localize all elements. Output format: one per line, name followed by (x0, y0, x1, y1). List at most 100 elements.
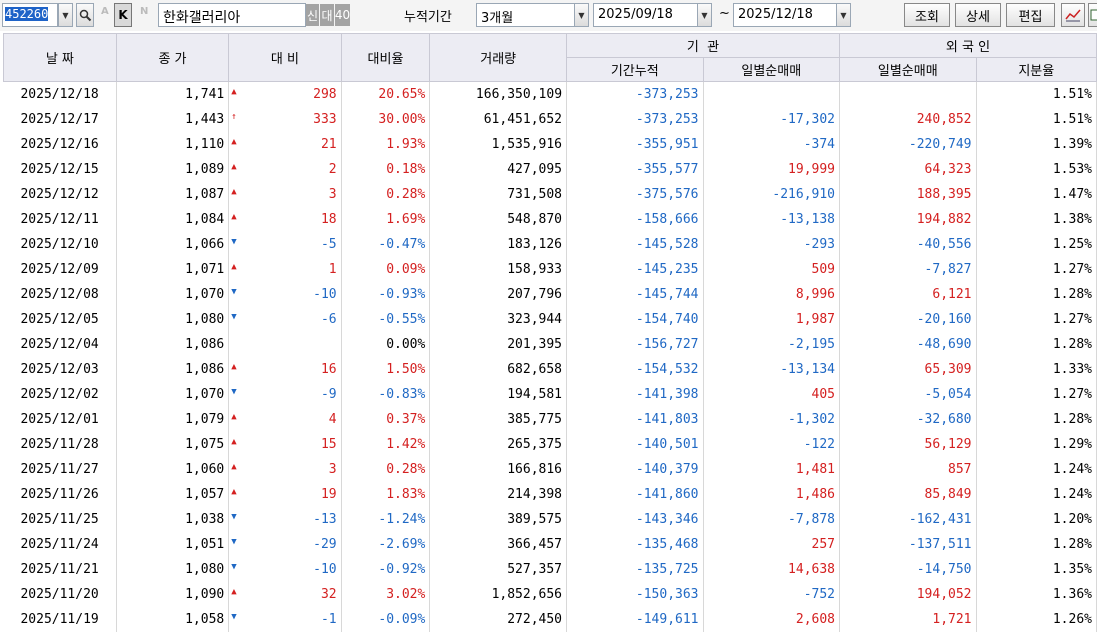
cell-rate: 0.28% (341, 457, 431, 482)
cell-date: 2025/11/28 (3, 432, 117, 457)
cell-foreign-share: 1.39% (976, 132, 1097, 157)
cell-change-value: -1 (320, 612, 337, 627)
table-row[interactable]: 2025/12/01 1,079 ▲ 4 0.37% 385,775 -141,803 -1,… (3, 407, 1097, 432)
edit-button[interactable]: 편집 (1006, 3, 1055, 27)
cell-change-value: 32 (320, 587, 337, 602)
header-volume[interactable]: 거래량 (429, 33, 568, 82)
detail-button[interactable]: 상세 (955, 3, 1001, 27)
cell-volume: 214,398 (429, 482, 568, 507)
cell-inst-cumulative: -140,379 (566, 457, 704, 482)
cell-close: 1,090 (116, 582, 230, 607)
start-date-dropdown-icon[interactable]: ▼ (697, 3, 712, 27)
header-foreign-share[interactable]: 지분율 (975, 57, 1097, 82)
cell-change-value: 2 (328, 162, 337, 177)
cell-foreign-share: 1.25% (976, 232, 1097, 257)
table-row[interactable]: 2025/12/17 1,443 ↑ 333 30.00% 61,451,652 -373,… (3, 107, 1097, 132)
table-row[interactable]: 2025/12/03 1,086 ▲ 16 1.50% 682,658 -154,532 -1… (3, 357, 1097, 382)
loan-badge: 대 (320, 4, 334, 26)
cell-date: 2025/12/12 (3, 182, 117, 207)
cell-change-value: -29 (313, 537, 337, 552)
table-row[interactable]: 2025/12/11 1,084 ▲ 18 1.69% 548,870 -158,666 -1… (3, 207, 1097, 232)
table-row[interactable]: 2025/11/24 1,051 ▼ -29 -2.69% 366,457 -135,468… (3, 532, 1097, 557)
header-date[interactable]: 날 짜 (3, 33, 117, 82)
cell-close: 1,070 (116, 282, 230, 307)
cell-foreign-share: 1.33% (976, 357, 1097, 382)
table-row[interactable]: 2025/12/08 1,070 ▼ -10 -0.93% 207,796 -145,744… (3, 282, 1097, 307)
arrow-up-icon: ▲ (231, 587, 237, 597)
table-row[interactable]: 2025/11/28 1,075 ▲ 15 1.42% 265,375 -140,501 -1… (3, 432, 1097, 457)
table-row[interactable]: 2025/11/27 1,060 ▲ 3 0.28% 166,816 -140,379 1,4… (3, 457, 1097, 482)
cell-date: 2025/12/11 (3, 207, 117, 232)
cell-inst-daily: -1,302 (703, 407, 841, 432)
table-row[interactable]: 2025/12/15 1,089 ▲ 2 0.18% 427,095 -355,577 19,… (3, 157, 1097, 182)
period-label: 누적기간 (404, 10, 452, 25)
period-dropdown-icon[interactable]: ▼ (574, 3, 589, 27)
cell-volume: 389,575 (429, 507, 568, 532)
header-rate[interactable]: 대비율 (340, 33, 431, 82)
table-row[interactable]: 2025/11/26 1,057 ▲ 19 1.83% 214,398 -141,860 1,… (3, 482, 1097, 507)
arrow-down-icon: ▼ (231, 237, 237, 247)
header-inst-daily[interactable]: 일별순매매 (702, 57, 841, 82)
header-inst-cumulative[interactable]: 기간누적 (566, 57, 704, 82)
cell-close: 1,087 (116, 182, 230, 207)
a-toggle[interactable]: A (101, 6, 109, 17)
cell-close: 1,079 (116, 407, 230, 432)
header-change[interactable]: 대 비 (228, 33, 342, 82)
table-row[interactable]: 2025/12/04 1,086 0.00% 201,395 -156,727 -2,19… (3, 332, 1097, 357)
cell-change-value: 3 (328, 462, 337, 477)
period-select[interactable]: 3개월 (476, 3, 575, 27)
cell-close: 1,110 (116, 132, 230, 157)
code-dropdown-icon[interactable]: ▼ (58, 3, 73, 27)
start-date-field[interactable]: 2025/09/18 (593, 3, 698, 27)
cell-volume: 1,852,656 (429, 582, 568, 607)
header-close[interactable]: 종 가 (115, 33, 230, 82)
table-row[interactable]: 2025/11/19 1,058 ▼ -1 -0.09% 272,450 -149,611 2… (3, 607, 1097, 632)
table-row[interactable]: 2025/12/02 1,070 ▼ -9 -0.83% 194,581 -141,398 4… (3, 382, 1097, 407)
cell-inst-cumulative: -355,577 (566, 157, 704, 182)
cell-foreign-daily: -14,750 (839, 557, 977, 582)
arrow-up-icon: ▲ (231, 87, 237, 97)
table-row[interactable]: 2025/12/18 1,741 ▲ 298 20.65% 166,350,109 -373… (3, 81, 1097, 107)
cell-volume: 265,375 (429, 432, 568, 457)
cell-foreign-daily: -48,690 (839, 332, 977, 357)
cell-inst-cumulative: -355,951 (566, 132, 704, 157)
cell-change: ▲ 16 (228, 357, 342, 382)
table-row[interactable]: 2025/12/16 1,110 ▲ 21 1.93% 1,535,916 -355,951… (3, 132, 1097, 157)
cell-foreign-share: 1.24% (976, 482, 1097, 507)
search-icon[interactable] (76, 3, 94, 27)
arrow-up-icon: ▲ (231, 212, 237, 222)
table-row[interactable]: 2025/12/12 1,087 ▲ 3 0.28% 731,508 -375,576 -21… (3, 182, 1097, 207)
stock-name-field[interactable]: 한화갤러리아 (158, 3, 306, 27)
query-button[interactable]: 조회 (904, 3, 950, 27)
export-icon[interactable] (1088, 3, 1097, 27)
end-date-dropdown-icon[interactable]: ▼ (836, 3, 851, 27)
cell-foreign-daily: -220,749 (839, 132, 977, 157)
investor-trading-table: 날 짜 종 가 대 비 대비율 거래량 기 관 외 국 인 기간누적 일별순매매… (3, 33, 1097, 632)
n-toggle[interactable]: N (140, 6, 148, 17)
table-row[interactable]: 2025/11/21 1,080 ▼ -10 -0.92% 527,357 -135,725… (3, 557, 1097, 582)
end-date-field[interactable]: 2025/12/18 (733, 3, 837, 27)
k-toggle-button[interactable]: K (114, 3, 132, 27)
table-row[interactable]: 2025/12/10 1,066 ▼ -5 -0.47% 183,126 -145,528-… (3, 232, 1097, 257)
table-row[interactable]: 2025/12/09 1,071 ▲ 1 0.09% 158,933 -145,235 509… (3, 257, 1097, 282)
cell-close: 1,443 (116, 107, 230, 132)
cell-date: 2025/12/17 (3, 107, 117, 132)
table-row[interactable]: 2025/12/05 1,080 ▼ -6 -0.55% 323,944 -154,740 1… (3, 307, 1097, 332)
cell-rate: 0.28% (341, 182, 431, 207)
cell-rate: -0.55% (341, 307, 431, 332)
cell-foreign-share: 1.35% (976, 557, 1097, 582)
cell-foreign-share: 1.26% (976, 607, 1097, 632)
chart-icon[interactable] (1061, 3, 1085, 27)
cell-foreign-daily (839, 81, 977, 107)
cell-foreign-daily: 1,721 (839, 607, 977, 632)
arrow-down-icon: ▼ (231, 562, 237, 572)
table-row[interactable]: 2025/11/25 1,038 ▼ -13 -1.24% 389,575 -143,346… (3, 507, 1097, 532)
cell-rate: 30.00% (341, 107, 431, 132)
cell-foreign-share: 1.20% (976, 507, 1097, 532)
cell-foreign-daily: -32,680 (839, 407, 977, 432)
cell-date: 2025/12/04 (3, 332, 117, 357)
cell-foreign-share: 1.29% (976, 432, 1097, 457)
table-row[interactable]: 2025/11/20 1,090 ▲ 32 3.02% 1,852,656 -150,363… (3, 582, 1097, 607)
header-foreign-daily[interactable]: 일별순매매 (839, 57, 977, 82)
stock-code-input[interactable]: 452260 (2, 3, 58, 27)
